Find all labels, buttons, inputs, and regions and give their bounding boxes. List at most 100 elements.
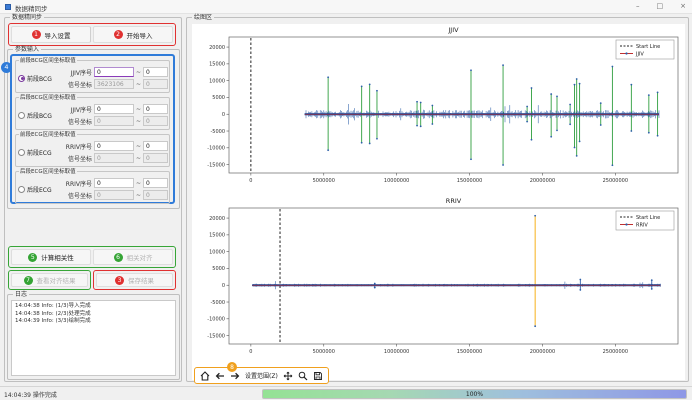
log-line: 14:04:38 Info: (2/3)处理完成	[15, 311, 172, 319]
progress-value: 100%	[466, 391, 483, 398]
maximize-button[interactable]: □	[657, 2, 664, 10]
save-result-button[interactable]: 3 保存结果	[96, 273, 173, 287]
svg-text:-5000: -5000	[210, 300, 225, 306]
radio-selected-icon	[18, 75, 25, 82]
tilde: ~	[136, 106, 141, 113]
section-title: 前段ECG区间坐标取值	[19, 132, 77, 138]
rear-bcg-jjiv-from-input[interactable]	[94, 104, 134, 114]
param-section-front-ecg: 前段ECG区间坐标取值 前段ECG RRIV序号 ~	[15, 134, 170, 167]
calc-correlation-label: 计算相关性	[41, 252, 74, 262]
front-ecg-signal-from-input[interactable]	[94, 153, 134, 163]
home-icon[interactable]	[200, 371, 210, 381]
plot-panel-group: 绘图区 JJIV-15000-10000-5000050001000015000…	[186, 17, 689, 382]
svg-text:RRIV: RRIV	[636, 223, 648, 229]
radio-label: 后段BCG	[27, 111, 52, 120]
step-badge-4: 4	[1, 62, 12, 73]
tilde: ~	[136, 143, 141, 150]
params-group-title: 参数输入	[13, 46, 41, 53]
save-figure-icon[interactable]	[313, 371, 323, 381]
svg-text:Start Line: Start Line	[636, 44, 660, 50]
svg-text:Start Line: Start Line	[636, 215, 660, 221]
svg-text:JJIV: JJIV	[635, 52, 644, 58]
import-settings-button[interactable]: 1 导入设置	[11, 26, 91, 43]
front-ecg-rriv-from-input[interactable]	[94, 141, 134, 151]
tilde: ~	[136, 192, 141, 199]
correlation-align-button[interactable]: 6 相关对齐	[93, 249, 173, 265]
svg-text:5000000: 5000000	[313, 178, 335, 184]
minimize-button[interactable]: –	[636, 2, 640, 10]
params-group: 参数输入 4 前段BCG区间坐标取值 前段BCG JJIV序号 ~	[7, 49, 180, 209]
svg-text:20000000: 20000000	[530, 349, 555, 355]
back-arrow-icon[interactable]	[215, 371, 225, 381]
left-panel-group: 数据精同步 1 导入设置 2 开始导入 参数输入 4 前段BCG区间坐标取值 前…	[4, 17, 182, 382]
tilde: ~	[136, 118, 141, 125]
radio-rear-bcg[interactable]: 后段BCG	[18, 111, 62, 120]
radio-icon	[18, 186, 25, 193]
view-align-result-button[interactable]: 7 查看对齐结果	[11, 273, 88, 287]
set-range-button[interactable]: 设置范围(Z)	[245, 371, 278, 380]
radio-label: 后段ECG	[27, 185, 52, 194]
view-align-result-label: 查看对齐结果	[37, 275, 76, 285]
front-bcg-jjiv-to-input[interactable]	[143, 67, 168, 77]
start-import-button[interactable]: 2 开始导入	[93, 26, 173, 43]
field-label: JJIV序号	[62, 105, 92, 114]
tilde: ~	[136, 155, 141, 162]
radio-icon	[18, 149, 25, 156]
plot-toolbar: 设置范围(Z) 8	[194, 367, 329, 384]
step-badge-6: 6	[114, 253, 123, 262]
zoom-icon[interactable]	[298, 371, 308, 381]
svg-text:-10000: -10000	[207, 146, 225, 152]
status-bar: 14:04:39 操作完成 100%	[0, 386, 692, 400]
step-badge-7: 7	[24, 276, 33, 285]
svg-text:RRIV: RRIV	[446, 197, 462, 205]
log-line: 14:04:39 Info: (3/3)绘制完成	[15, 318, 172, 326]
svg-text:-15000: -15000	[207, 162, 225, 168]
field-label: 信号坐标	[62, 117, 92, 126]
svg-text:-10000: -10000	[207, 317, 225, 323]
log-list[interactable]: 14:04:38 Info: (1/3)导入完成 14:04:38 Info: …	[11, 300, 176, 376]
front-ecg-rriv-to-input[interactable]	[143, 141, 168, 151]
radio-label: 前段BCG	[27, 74, 52, 83]
forward-arrow-icon[interactable]	[230, 371, 240, 381]
log-line: 14:04:38 Info: (1/3)导入完成	[15, 303, 172, 311]
svg-text:0: 0	[222, 283, 225, 289]
field-label: 信号坐标	[62, 154, 92, 163]
param-section-rear-ecg: 后段ECG区间坐标取值 后段ECG RRIV序号 ~	[15, 171, 170, 204]
step-badge-3: 3	[115, 276, 124, 285]
front-bcg-signal-to-input[interactable]	[143, 79, 168, 89]
svg-text:JJIV: JJIV	[447, 26, 459, 34]
close-button[interactable]: ×	[680, 2, 686, 10]
rear-ecg-rriv-to-input[interactable]	[143, 178, 168, 188]
calc-correlation-button[interactable]: 5 计算相关性	[11, 249, 91, 265]
rear-ecg-rriv-from-input[interactable]	[94, 178, 134, 188]
pan-icon[interactable]	[283, 371, 293, 381]
field-label: RRIV序号	[62, 179, 92, 188]
field-label: 信号坐标	[62, 191, 92, 200]
front-bcg-signal-from-input[interactable]	[94, 79, 134, 89]
save-result-label: 保存结果	[128, 275, 154, 285]
tilde: ~	[136, 69, 141, 76]
rriv-chart-canvas[interactable]: RRIV-15000-10000-50000500010000150002000…	[192, 195, 685, 365]
field-label: RRIV序号	[62, 142, 92, 151]
jjiv-chart-canvas[interactable]: JJIV-15000-10000-50000500010000150002000…	[192, 24, 685, 194]
rear-bcg-jjiv-to-input[interactable]	[143, 104, 168, 114]
rear-bcg-signal-to-input[interactable]	[143, 116, 168, 126]
front-ecg-signal-to-input[interactable]	[143, 153, 168, 163]
section-title: 前段BCG区间坐标取值	[19, 58, 77, 64]
view-annotation-box: 7 查看对齐结果	[8, 270, 91, 290]
radio-front-ecg[interactable]: 前段ECG	[18, 148, 62, 157]
rear-bcg-signal-from-input[interactable]	[94, 116, 134, 126]
field-label: JJIV序号	[62, 68, 92, 77]
svg-text:10000: 10000	[209, 78, 225, 84]
rear-ecg-signal-from-input[interactable]	[94, 190, 134, 200]
radio-rear-ecg[interactable]: 后段ECG	[18, 185, 62, 194]
step-badge-8: 8	[227, 362, 237, 372]
rear-ecg-signal-to-input[interactable]	[143, 190, 168, 200]
radio-front-bcg[interactable]: 前段BCG	[18, 74, 62, 83]
svg-text:5000000: 5000000	[313, 349, 335, 355]
svg-text:25000000: 25000000	[603, 349, 628, 355]
svg-text:0: 0	[249, 349, 252, 355]
svg-text:15000000: 15000000	[457, 349, 482, 355]
front-bcg-jjiv-from-input[interactable]	[94, 67, 134, 77]
step-badge-2: 2	[114, 30, 123, 39]
